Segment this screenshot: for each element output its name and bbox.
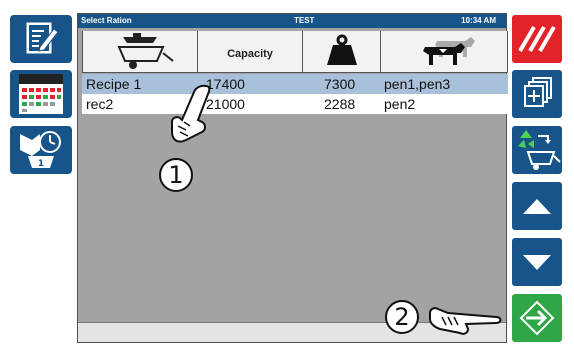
weight-icon [327,34,357,65]
mixer-wagon-icon [117,33,174,69]
edit-ration-button[interactable] [10,15,72,63]
pointing-hand-icon [429,307,502,335]
clock: 10:34 AM [461,16,496,25]
scroll-up-button[interactable] [512,182,562,230]
schedule-button[interactable] [10,70,72,118]
confirm-button[interactable] [512,294,562,342]
cancel-stripes-icon [518,25,556,53]
capacity-header-label: Capacity [227,48,273,60]
title-bar: Select Ration TEST 10:34 AM [78,14,506,28]
enter-arrow-icon [519,300,555,336]
cancel-button[interactable] [512,15,562,63]
weight-cell: 7300 [324,76,356,92]
scroll-down-button[interactable] [512,238,562,286]
recipe-cell: rec2 [86,96,114,112]
col-header-weight[interactable] [302,31,380,73]
feeder-name: TEST [294,16,315,25]
arrow-down-icon [523,255,551,270]
recycle-mixer-icon [518,130,561,170]
pens-cell: pen2 [384,96,416,112]
weight-cell: 2288 [324,96,356,112]
col-header-pens[interactable] [380,31,508,73]
pen-schedule-button[interactable]: 1 [10,126,72,174]
cattle-icon [423,37,475,65]
ration-selection-panel: Select Ration TEST 10:34 AM Capacity Rec… [77,13,508,343]
col-header-recipe[interactable] [82,31,197,73]
recipe-cell: Recipe 1 [86,76,142,92]
table-row[interactable]: Recipe 1 17400 7300 pen1,pen3 [82,74,508,94]
edit-note-icon [26,22,59,54]
screen-title: Select Ration [81,16,132,25]
add-copy-icon [524,77,552,107]
calendar-icon [19,74,63,114]
pens-cell: pen1,pen3 [384,76,451,92]
add-copy-button[interactable] [512,70,562,118]
callout-marker-1: 1 [159,158,193,192]
callout-marker-2: 2 [385,300,419,334]
pointing-hand-icon [171,84,211,143]
pen-clock-icon: 1 [20,131,61,169]
reload-mixer-button[interactable] [512,126,562,174]
table-row[interactable]: rec2 21000 2288 pen2 [82,94,508,114]
arrow-up-icon [523,199,551,214]
col-header-capacity[interactable]: Capacity [197,31,302,73]
svg-text:1: 1 [38,159,44,169]
